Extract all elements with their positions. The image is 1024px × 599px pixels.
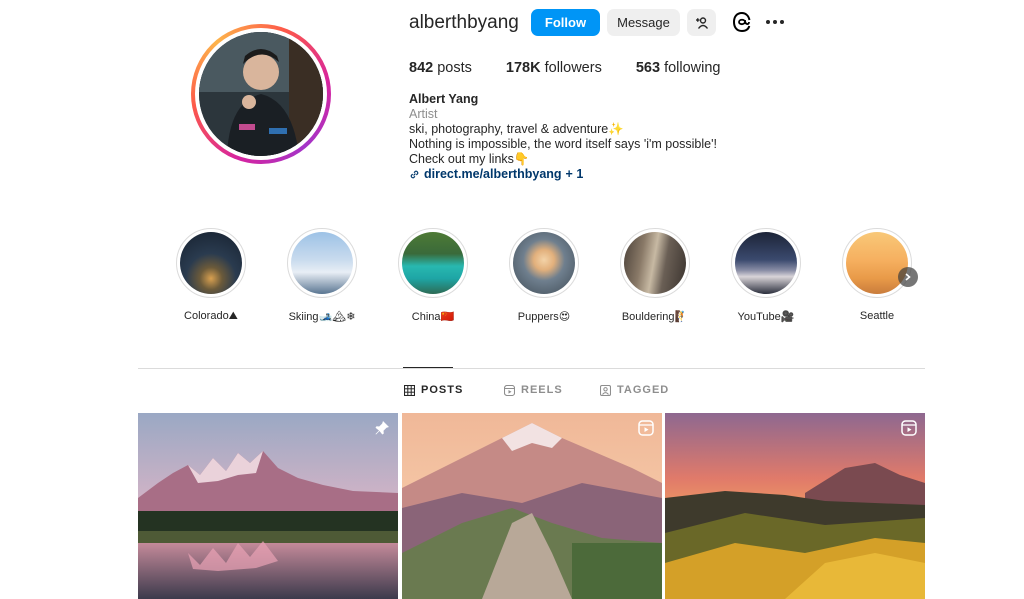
tab-tagged[interactable]: TAGGED bbox=[600, 384, 669, 396]
highlight-ring bbox=[620, 228, 690, 298]
highlight-cover bbox=[846, 232, 908, 294]
bio-link-text[interactable]: direct.me/alberthbyang bbox=[424, 167, 562, 182]
bio-line: Check out my links👇 bbox=[409, 152, 530, 166]
story-highlights: Colorado⛰ Skiing🎿🏔❄ China🇨🇳 Puppers😍 Bou… bbox=[166, 228, 926, 328]
suggested-accounts-button[interactable] bbox=[687, 9, 716, 36]
tagged-icon bbox=[600, 384, 611, 396]
following-count: 563 bbox=[635, 60, 661, 76]
highlight-label: Skiing🎿🏔❄ bbox=[288, 311, 356, 323]
post-thumbnail[interactable] bbox=[138, 413, 398, 599]
followers-stat[interactable]: 178K followers bbox=[506, 60, 602, 76]
tab-reels[interactable]: REELS bbox=[504, 384, 563, 396]
message-button[interactable]: Message bbox=[607, 9, 680, 36]
highlight-cover bbox=[735, 232, 797, 294]
profile-category: Artist bbox=[409, 107, 438, 121]
posts-count: 842 bbox=[409, 60, 434, 76]
reel-icon bbox=[901, 420, 917, 436]
highlight-skiing[interactable]: Skiing🎿🏔❄ bbox=[277, 228, 367, 323]
profile-full-name: Albert Yang bbox=[409, 92, 479, 106]
highlight-cover bbox=[513, 232, 575, 294]
highlight-label: YouTube🎥 bbox=[737, 311, 795, 323]
tab-reels-label: REELS bbox=[521, 384, 563, 396]
grid-icon bbox=[404, 384, 415, 396]
reel-icon bbox=[638, 420, 654, 436]
more-options-icon[interactable] bbox=[764, 11, 786, 33]
highlight-label: Puppers😍 bbox=[517, 311, 571, 323]
profile-username: alberthbyang bbox=[409, 12, 519, 33]
post-image bbox=[138, 413, 398, 599]
post-thumbnail[interactable] bbox=[665, 413, 925, 599]
threads-icon[interactable] bbox=[731, 11, 753, 33]
avatar-photo bbox=[199, 32, 323, 156]
post-thumbnail[interactable] bbox=[402, 413, 662, 599]
highlight-ring bbox=[176, 228, 246, 298]
highlight-ring bbox=[842, 228, 912, 298]
follow-button[interactable]: Follow bbox=[531, 9, 600, 36]
posts-stat: 842 posts bbox=[409, 60, 472, 76]
highlights-next-button[interactable] bbox=[898, 267, 918, 287]
highlight-bouldering[interactable]: Bouldering🧗 bbox=[610, 228, 700, 323]
chevron-right-icon bbox=[905, 273, 911, 281]
highlight-cover bbox=[624, 232, 686, 294]
tab-posts[interactable]: POSTS bbox=[404, 384, 463, 396]
highlight-cover bbox=[180, 232, 242, 294]
followers-label: followers bbox=[544, 60, 602, 76]
avatar[interactable] bbox=[199, 32, 323, 156]
profile-bio: Albert Yang Artist ski, photography, tra… bbox=[409, 92, 717, 182]
highlight-label: China🇨🇳 bbox=[411, 311, 455, 323]
reels-icon bbox=[504, 384, 515, 396]
highlight-label: Seattle bbox=[859, 310, 895, 322]
add-person-icon bbox=[695, 16, 708, 29]
followers-count: 178K bbox=[505, 60, 541, 76]
highlight-china[interactable]: China🇨🇳 bbox=[388, 228, 478, 323]
posts-label: posts bbox=[437, 60, 472, 76]
tab-posts-label: POSTS bbox=[421, 384, 464, 396]
tab-tagged-label: TAGGED bbox=[617, 384, 670, 396]
post-image bbox=[665, 413, 925, 599]
dot bbox=[766, 20, 770, 24]
highlight-ring bbox=[509, 228, 579, 298]
active-tab-indicator bbox=[403, 367, 453, 368]
highlight-label: Colorado⛰ bbox=[184, 310, 238, 322]
highlight-puppers[interactable]: Puppers😍 bbox=[499, 228, 589, 323]
highlight-label: Bouldering🧗 bbox=[621, 311, 689, 323]
dot bbox=[780, 20, 784, 24]
highlight-ring bbox=[731, 228, 801, 298]
highlight-youtube[interactable]: YouTube🎥 bbox=[721, 228, 811, 323]
bio-link[interactable]: direct.me/alberthbyang + 1 bbox=[409, 167, 717, 182]
profile-avatar-ring[interactable] bbox=[191, 24, 331, 164]
highlight-ring bbox=[398, 228, 468, 298]
bio-line: ski, photography, travel & adventure✨ bbox=[409, 122, 624, 136]
highlight-colorado[interactable]: Colorado⛰ bbox=[166, 228, 256, 323]
link-icon bbox=[410, 170, 419, 179]
bio-line: Nothing is impossible, the word itself s… bbox=[409, 137, 717, 151]
tabs-divider bbox=[138, 368, 925, 369]
highlight-ring bbox=[287, 228, 357, 298]
following-stat[interactable]: 563 following bbox=[636, 60, 721, 76]
dot bbox=[773, 20, 777, 24]
bio-link-extra[interactable]: + 1 bbox=[566, 167, 584, 182]
highlight-cover bbox=[291, 232, 353, 294]
highlight-cover bbox=[402, 232, 464, 294]
following-label: following bbox=[664, 60, 721, 76]
post-image bbox=[402, 413, 662, 599]
pinned-icon bbox=[375, 421, 389, 435]
profile-stats: 842 posts 178K followers 563 following bbox=[409, 60, 754, 76]
